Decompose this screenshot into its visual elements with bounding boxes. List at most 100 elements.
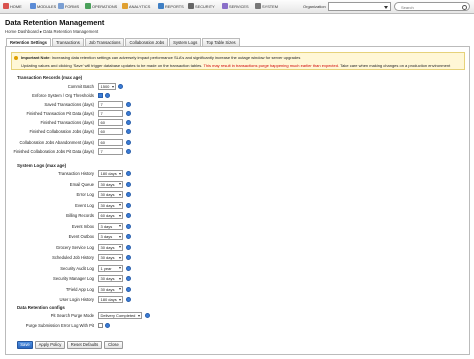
help-icon[interactable] [126, 297, 131, 302]
warning-banner: Important Note: Increasing data retentio… [11, 52, 465, 70]
config-label: Purge Submission Error Log With Pit [25, 323, 94, 328]
organization-label: Organization [303, 4, 326, 9]
forms-icon [58, 3, 64, 9]
search-input[interactable]: Search [394, 2, 470, 11]
retention-select[interactable]: 30 days [98, 254, 123, 261]
commit-batch-select[interactable]: 1500 [98, 83, 116, 90]
days-input[interactable]: 60 [98, 139, 123, 146]
home-icon [3, 3, 9, 9]
breadcrumb-home[interactable]: Home Dashboard [5, 29, 39, 34]
help-icon[interactable] [118, 84, 123, 89]
nav-item-analytics[interactable]: ANALYTICS [122, 3, 150, 9]
field-label: Finished Transactions (days) [40, 120, 94, 125]
days-input[interactable]: 60 [98, 119, 123, 126]
log-label: Event Log [75, 202, 94, 208]
help-icon[interactable] [126, 111, 131, 116]
retention-select[interactable]: 30 days [98, 275, 123, 282]
warning-text-red: This may result in transactions purge ha… [202, 63, 340, 68]
help-icon[interactable] [126, 213, 131, 218]
field-label: Enforce System / Org Thresholds [32, 93, 94, 98]
help-icon[interactable] [126, 202, 131, 208]
retention-select[interactable]: 3 days [98, 222, 123, 230]
retention-select[interactable]: 30 days [98, 285, 123, 293]
tab-top-table-sizes[interactable]: Top Table Sizes [202, 38, 240, 46]
field-label: Finished Transaction Pit Data (days) [26, 111, 95, 116]
nav-item-system[interactable]: SYSTEM [255, 3, 278, 9]
reports-icon [158, 3, 164, 9]
search-icon[interactable] [462, 4, 467, 10]
nav-item-home[interactable]: HOME [3, 3, 22, 9]
apply-policy-button[interactable]: Apply Policy [35, 341, 65, 349]
page-title: Data Retention Management [5, 18, 105, 27]
reset-defaults-button[interactable]: Reset Defaults [67, 341, 102, 349]
help-icon[interactable] [126, 265, 131, 271]
field-label: Commit Batch [67, 84, 94, 89]
help-icon[interactable] [105, 323, 110, 328]
breadcrumb-current: Data Retention Management [43, 29, 99, 34]
warning-text-1: : Increasing data retention settings can… [49, 55, 301, 60]
nav-label: SECURITY [195, 3, 215, 9]
help-icon[interactable] [126, 140, 131, 145]
tab-job-transactions[interactable]: Job Transactions [84, 38, 125, 46]
log-label: Billing Records [66, 213, 94, 218]
retention-select[interactable]: 180 days [98, 170, 123, 177]
help-icon[interactable] [126, 255, 131, 260]
enforce-thresholds-checkbox[interactable] [98, 93, 103, 98]
nav-label: REPORTS [165, 3, 184, 9]
retention-select[interactable]: 1 year [98, 264, 123, 272]
log-label: Event Inbox [71, 223, 94, 229]
purge-mode-select[interactable]: Delivery Completed [98, 312, 142, 319]
help-icon[interactable] [126, 192, 131, 197]
tab-bar: Retention Settings Transactions Job Transa… [6, 38, 241, 47]
log-label: Security Manager Log [53, 276, 94, 281]
help-icon[interactable] [126, 120, 131, 125]
log-label: User Login History [59, 297, 94, 302]
system-icon [255, 3, 261, 9]
log-label: Email Queue [69, 181, 94, 187]
nav-item-reports[interactable]: REPORTS [158, 3, 184, 9]
days-input[interactable]: 60 [98, 128, 123, 135]
days-input[interactable]: 7 [98, 101, 123, 108]
help-icon[interactable] [126, 234, 131, 239]
tab-system-logs[interactable]: System Logs [169, 38, 202, 46]
days-input[interactable]: 7 [98, 110, 123, 117]
help-icon[interactable] [126, 102, 131, 107]
nav-item-modules[interactable]: MODULES [30, 3, 56, 9]
close-button[interactable]: Close [104, 341, 123, 349]
save-button[interactable]: Save [17, 341, 33, 349]
help-icon[interactable] [105, 93, 110, 98]
retention-select[interactable]: 180 days [98, 296, 123, 303]
retention-select[interactable]: 30 days [98, 180, 123, 188]
nav-item-operations[interactable]: OPERATIONS [85, 3, 117, 9]
help-icon[interactable] [126, 171, 131, 176]
services-icon [222, 3, 228, 9]
nav-item-security[interactable]: SECURITY [188, 3, 215, 9]
help-icon[interactable] [126, 223, 131, 229]
retention-select[interactable]: 60 days [98, 212, 123, 219]
nav-item-services[interactable]: SERVICES [222, 3, 249, 9]
retention-select[interactable]: 3 days [98, 233, 123, 240]
warning-title: Important Note [21, 55, 50, 60]
help-icon[interactable] [126, 129, 131, 134]
warning-text-3: Take care when making changes on a produ… [339, 63, 451, 68]
help-icon[interactable] [126, 286, 131, 292]
nav-item-forms[interactable]: FORMS [58, 3, 79, 9]
organization-select[interactable] [328, 2, 391, 11]
days-input[interactable]: 7 [98, 148, 123, 155]
help-icon[interactable] [126, 149, 131, 154]
security-icon [188, 3, 194, 9]
retention-select[interactable]: 30 days [98, 201, 123, 209]
tab-collaboration-jobs[interactable]: Collaboration Jobs [125, 38, 169, 46]
tab-transactions[interactable]: Transactions [52, 38, 84, 46]
help-icon[interactable] [126, 181, 131, 187]
help-icon[interactable] [126, 244, 131, 250]
breadcrumb-separator-icon: ▸ [39, 29, 43, 34]
log-label: Transaction History [58, 171, 94, 176]
help-icon[interactable] [126, 276, 131, 281]
search-placeholder: Search [401, 4, 414, 10]
retention-select[interactable]: 30 days [98, 191, 123, 198]
nav-label: HOME [10, 3, 22, 9]
help-icon[interactable] [145, 313, 150, 318]
retention-select[interactable]: 30 days [98, 243, 123, 251]
purge-error-log-checkbox[interactable] [98, 323, 103, 328]
